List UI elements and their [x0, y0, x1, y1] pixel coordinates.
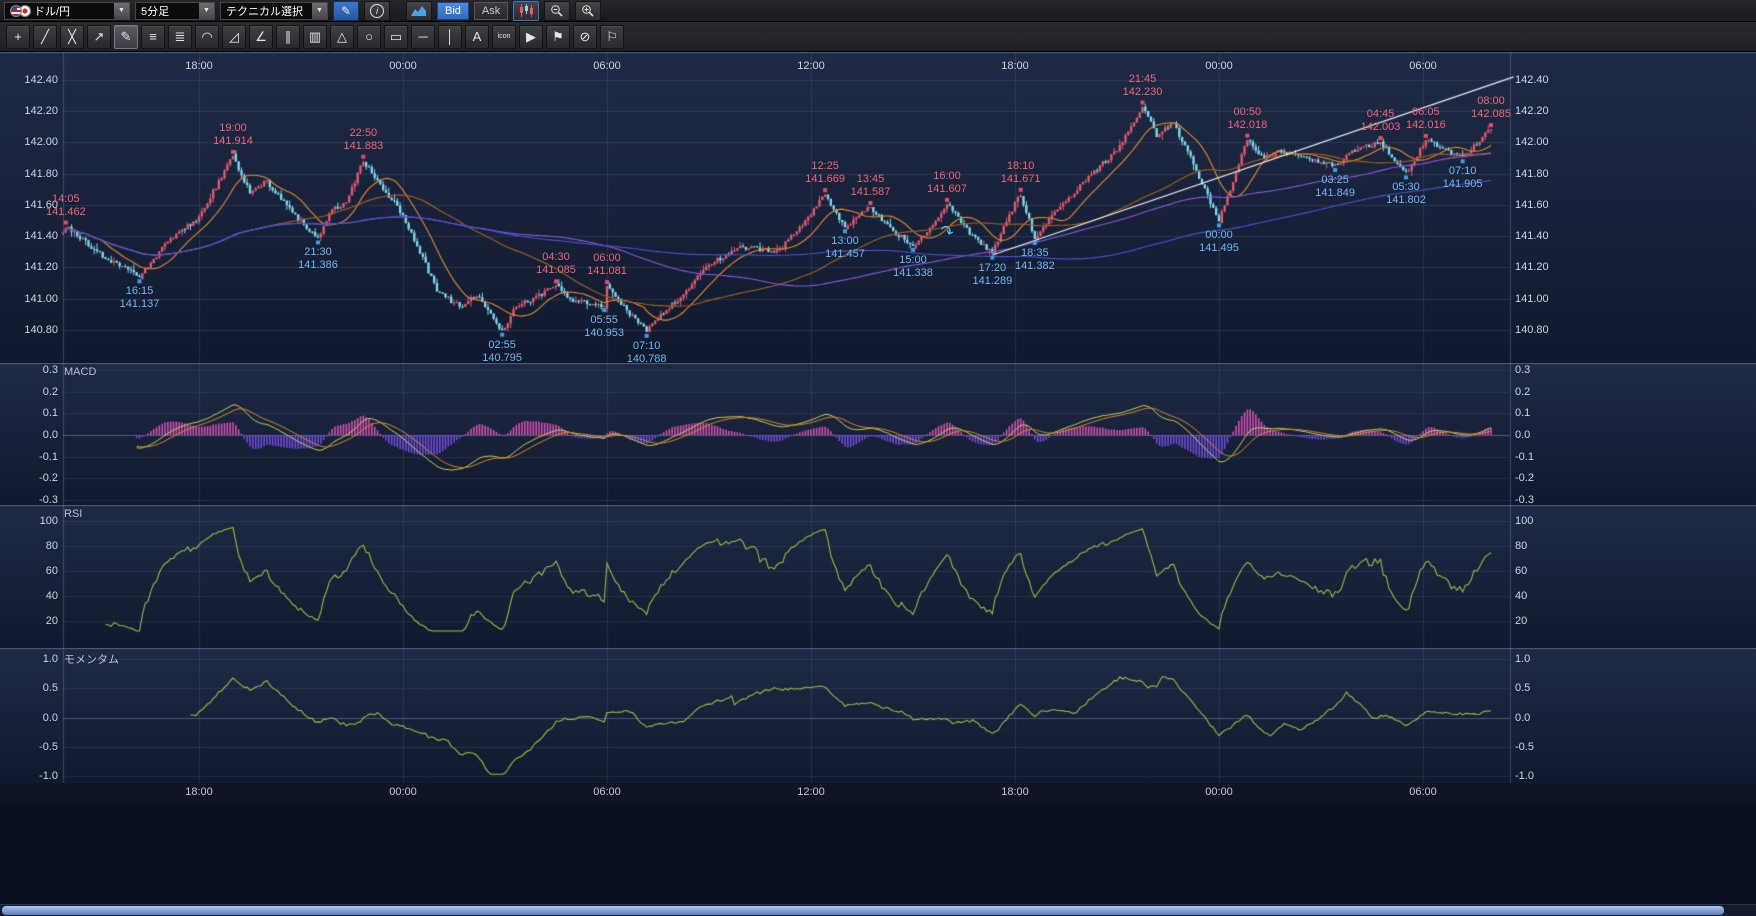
area-chart-button[interactable]	[406, 1, 432, 21]
bottom-time-label: 00:00	[1205, 786, 1233, 798]
candlestick-chart-icon	[518, 4, 534, 17]
technical-chevron-down-icon: ▼	[312, 3, 327, 19]
zoom-out-icon	[550, 4, 564, 18]
area-chart-icon	[411, 5, 427, 17]
pencil-icon: ✎	[341, 4, 351, 18]
info-icon: i	[370, 4, 384, 18]
text-tool[interactable]: A	[465, 25, 489, 49]
bottom-time-label: 06:00	[593, 786, 621, 798]
polygon-tool[interactable]: △	[330, 25, 354, 49]
candlestick-chart-button[interactable]	[513, 1, 539, 21]
crossline-tool[interactable]: ╳	[60, 25, 84, 49]
bottom-time-label: 18:00	[185, 786, 213, 798]
time-axis: 18:00 00:00 06:00 12:00 18:00 00:00 06:00	[0, 783, 1756, 803]
vertical-grid-tool[interactable]: ∥	[276, 25, 300, 49]
timeframe-chevron-down-icon: ▼	[199, 3, 214, 19]
ellipse-tool[interactable]: ○	[357, 25, 381, 49]
price-chart-panel: 142.40142.40142.20142.20142.00142.00141.…	[0, 52, 1756, 363]
timeframe-label: 5分足	[141, 3, 195, 19]
angle-tool[interactable]: ∠	[249, 25, 273, 49]
currency-pair-select[interactable]: ドル/円 ▼	[4, 2, 130, 20]
zoom-out-button[interactable]	[544, 1, 570, 21]
info-button[interactable]: i	[364, 1, 390, 21]
zoom-in-icon	[581, 4, 595, 18]
gann-fan-tool[interactable]: ◿	[222, 25, 246, 49]
zoom-in-button[interactable]	[575, 1, 601, 21]
marker-tool[interactable]: ▶	[519, 25, 543, 49]
momentum-canvas[interactable]	[0, 648, 1756, 783]
icon-stamp-tool[interactable]: icon	[492, 25, 516, 49]
bottom-spacer	[0, 803, 1756, 904]
add-tool[interactable]: +	[6, 25, 30, 49]
arc-tool[interactable]: ◠	[195, 25, 219, 49]
bid-button[interactable]: Bid	[437, 2, 469, 20]
rsi-panel: RSI 1001008080606040402020	[0, 505, 1756, 648]
tag-tool[interactable]: ⚐	[600, 25, 624, 49]
bottom-time-label: 12:00	[797, 786, 825, 798]
currency-pair-label: ドル/円	[34, 3, 110, 19]
grid-tool[interactable]: ▥	[303, 25, 327, 49]
trendline-tool[interactable]: ╱	[33, 25, 57, 49]
bottom-time-label: 06:00	[1409, 786, 1437, 798]
pair-chevron-down-icon: ▼	[114, 3, 129, 19]
scrollbar-thumb[interactable]	[2, 906, 1724, 915]
ask-button[interactable]: Ask	[474, 2, 508, 20]
momentum-panel: モメンタム 1.01.00.50.50.00.0-0.5-0.5-1.0-1.0	[0, 648, 1756, 783]
macd-panel: MACD 0.30.30.20.20.10.10.00.0-0.1-0.1-0.…	[0, 363, 1756, 505]
pencil-tool[interactable]: ✎	[114, 25, 138, 49]
bottom-time-label: 18:00	[1001, 786, 1029, 798]
parallel-lines-tool[interactable]: ≡	[141, 25, 165, 49]
technical-select[interactable]: テクニカル選択 ▼	[220, 2, 328, 20]
horizontal-line-tool[interactable]: ─	[411, 25, 435, 49]
draw-mode-button[interactable]: ✎	[333, 1, 359, 21]
rsi-canvas[interactable]	[0, 505, 1756, 648]
extended-line-tool[interactable]: ↗	[87, 25, 111, 49]
flag-tool[interactable]: ⚑	[546, 25, 570, 49]
macd-canvas[interactable]	[0, 363, 1756, 505]
horizontal-scrollbar[interactable]	[0, 904, 1756, 916]
timeframe-select[interactable]: 5分足 ▼	[135, 2, 215, 20]
vertical-line-tool[interactable]: │	[438, 25, 462, 49]
usd-flag-icon	[10, 5, 22, 17]
trading-app-window: ドル/円 ▼ 5分足 ▼ テクニカル選択 ▼ ✎ i Bid Ask	[0, 0, 1756, 916]
top-toolbar: ドル/円 ▼ 5分足 ▼ テクニカル選択 ▼ ✎ i Bid Ask	[0, 0, 1756, 22]
technical-label: テクニカル選択	[226, 3, 308, 19]
eraser-tool[interactable]: ⊘	[573, 25, 597, 49]
fib-retracement-tool[interactable]: ≣	[168, 25, 192, 49]
rectangle-tool[interactable]: ▭	[384, 25, 408, 49]
drawing-toolbar: +╱╳↗✎≡≣◠◿∠∥▥△○▭─│Aicon▶⚑⊘⚐	[0, 22, 1756, 52]
main-chart-canvas[interactable]	[0, 52, 1756, 363]
bottom-time-label: 00:00	[389, 786, 417, 798]
